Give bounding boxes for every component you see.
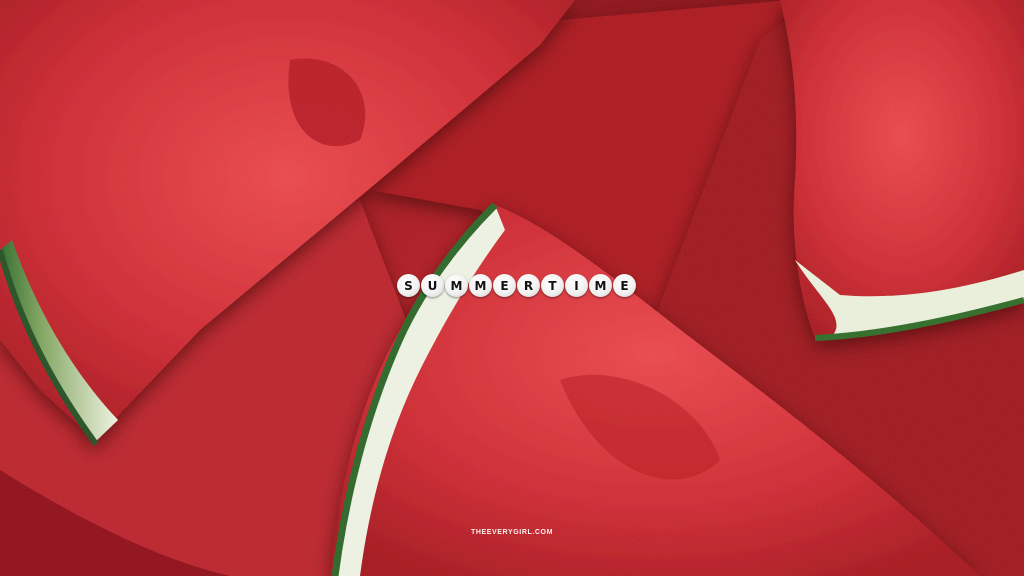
letter-bead: R <box>517 274 540 297</box>
letter-bead: U <box>421 274 444 297</box>
letter-bead: E <box>613 274 636 297</box>
watermelon-photo: SUMMERTIME THEEVERYGIRL.COM <box>0 0 1024 576</box>
watermark: THEEVERYGIRL.COM <box>470 529 554 536</box>
letter-bead: T <box>541 274 564 297</box>
letter-bead: E <box>493 274 516 297</box>
letter-bead: M <box>469 274 492 297</box>
letter-bead: S <box>397 274 420 297</box>
letter-bead: I <box>565 274 588 297</box>
summertime-bead-string: SUMMERTIME <box>397 274 636 297</box>
letter-bead: M <box>445 274 468 297</box>
letter-bead: M <box>589 274 612 297</box>
